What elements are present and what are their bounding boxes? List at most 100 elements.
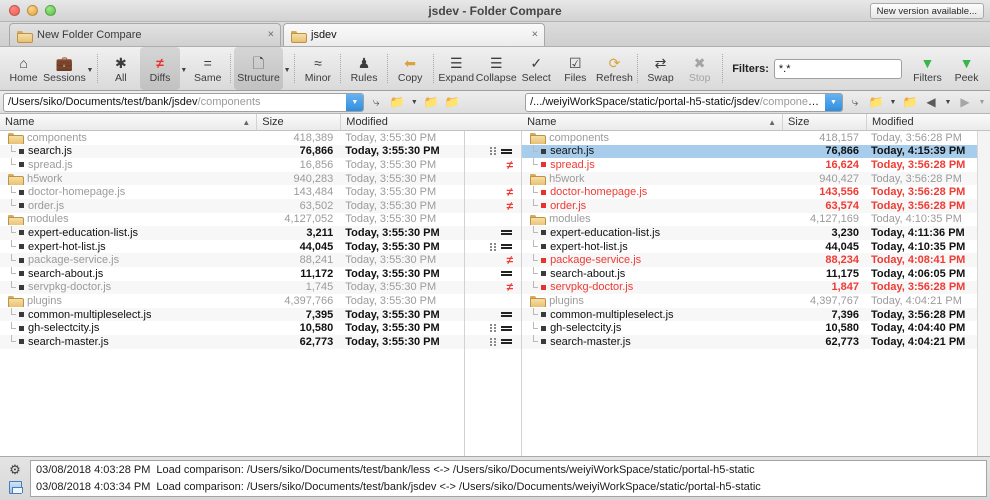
forward-dropdown-caret[interactable]: ▼ — [977, 99, 987, 106]
toolbar-button-collapse[interactable]: ☰ Collapse — [476, 47, 517, 90]
zoom-window-button[interactable] — [45, 5, 56, 16]
table-row[interactable]: search-master.js 62,773 Today, 4:04:21 PM — [522, 334, 990, 349]
window-controls — [0, 5, 56, 16]
forward-icon[interactable]: ▶ — [956, 93, 974, 112]
table-row[interactable]: spread.js 16,856 Today, 3:55:30 PM — [0, 158, 464, 172]
filters-input[interactable] — [774, 59, 901, 78]
back-icon[interactable]: ◀ — [922, 93, 940, 112]
sync-icon[interactable]: ⤷ — [367, 93, 385, 112]
chevron-down-icon[interactable]: ▼ — [824, 93, 842, 111]
table-row[interactable]: gh-selectcity.js 10,580 Today, 4:04:40 PM — [522, 321, 990, 335]
chevron-down-icon[interactable]: ▼ — [346, 93, 364, 111]
table-row[interactable]: expert-hot-list.js 44,045 Today, 3:55:30 P… — [0, 240, 464, 254]
table-row[interactable]: doctor-homepage.js 143,484 Today, 3:55:30 … — [0, 185, 464, 199]
table-row[interactable]: gh-selectcity.js 10,580 Today, 3:55:30 PM — [0, 321, 464, 335]
toolbar-button-files[interactable]: ☑ Files — [556, 47, 595, 90]
toolbar-button-filters[interactable]: ▼ Filters — [908, 47, 947, 90]
table-row[interactable]: search.js 76,866 Today, 4:15:39 PM — [522, 144, 990, 159]
close-icon[interactable]: × — [268, 29, 274, 41]
gear-icon[interactable]: ⚙ — [9, 463, 21, 476]
up-folder-icon[interactable]: 📁 — [422, 93, 440, 112]
log-entry[interactable]: 03/08/2018 4:03:28 PM Load comparison: /U… — [31, 461, 986, 478]
comparison-marker — [465, 294, 521, 308]
up-folder-icon[interactable]: 📁 — [901, 93, 919, 112]
table-row[interactable]: package-service.js 88,241 Today, 3:55:30 P… — [0, 253, 465, 267]
open-folder-icon[interactable]: 📁 — [388, 93, 406, 112]
diffs-dropdown-caret[interactable]: ▼ — [180, 47, 189, 90]
right-path-combobox[interactable]: /.../weiyiWorkSpace/static/portal-h5-sta… — [525, 92, 843, 112]
table-row[interactable]: common-multipleselect.js 7,396 Today, 3:56… — [522, 307, 990, 322]
toolbar-button-rules[interactable]: ♟ Rules — [344, 47, 383, 90]
sessions-dropdown-caret[interactable]: ▼ — [86, 47, 95, 90]
toolbar-button-copy[interactable]: ⬅ Copy — [391, 47, 430, 90]
folder-dropdown-caret[interactable]: ▼ — [409, 99, 419, 106]
toolbar-button-all[interactable]: ✱ All — [101, 47, 140, 90]
table-row[interactable]: expert-education-list.js 3,211 Today, 3:55… — [0, 226, 465, 240]
toolbar-button-swap[interactable]: ⇄ Swap — [641, 47, 680, 90]
table-row[interactable]: modules 4,127,052 Today, 3:55:30 PM — [0, 213, 464, 227]
filters-combobox[interactable]: ▼ — [773, 58, 902, 79]
log-entry[interactable]: 03/08/2018 4:03:34 PM Load comparison: /U… — [31, 478, 986, 495]
toolbar-button-peek[interactable]: ▼ Peek — [947, 47, 986, 90]
new-version-available-button[interactable]: New version available... — [869, 3, 984, 19]
toolbar-button-minor[interactable]: ≈ Minor — [298, 47, 337, 90]
table-row[interactable]: order.js 63,574 Today, 3:56:28 PM — [522, 198, 990, 213]
toolbar-button-sessions[interactable]: 💼 Sessions — [43, 47, 86, 90]
table-row[interactable]: plugins 4,397,767 Today, 4:04:21 PM — [522, 294, 990, 308]
table-row[interactable]: plugins 4,397,766 Today, 3:55:30 PM — [0, 294, 464, 308]
right-file-list[interactable]: components 418,157 Today, 3:56:28 PM search… — [522, 131, 990, 456]
vertical-scrollbar[interactable] — [976, 131, 990, 456]
left-column-name[interactable]: Name ▲ — [0, 114, 256, 130]
toolbar-button-stop[interactable]: ✖ Stop — [680, 47, 719, 90]
structure-dropdown-caret[interactable]: ▼ — [283, 47, 292, 90]
table-row[interactable]: search.js 76,866 Today, 3:55:30 PM — [0, 144, 465, 159]
table-row[interactable]: expert-education-list.js 3,230 Today, 4:11… — [522, 226, 990, 240]
table-row[interactable]: spread.js 16,624 Today, 3:56:28 PM — [522, 158, 990, 172]
right-column-size[interactable]: Size — [781, 114, 866, 130]
table-row[interactable]: order.js 63,502 Today, 3:55:30 PM — [0, 198, 465, 213]
table-row[interactable]: modules 4,127,169 Today, 4:10:35 PM — [522, 213, 990, 227]
close-window-button[interactable] — [9, 5, 20, 16]
table-row[interactable]: servpkg-doctor.js 1,847 Today, 3:56:28 PM — [522, 280, 990, 295]
toolbar-button-structure[interactable]: 🗋 Structure — [234, 47, 283, 90]
table-row[interactable]: components 418,157 Today, 3:56:28 PM — [522, 131, 990, 145]
folder-dropdown-caret[interactable]: ▼ — [888, 99, 898, 106]
row-size-cell: 418,389 — [293, 131, 334, 144]
toolbar-button-home[interactable]: ⌂ Home — [4, 47, 43, 90]
file-name-label: common-multipleselect.js — [550, 308, 674, 321]
tab-new-folder-compare[interactable]: New Folder Compare × — [9, 23, 281, 46]
browse-folders-icon[interactable]: 📁 — [443, 93, 461, 112]
save-icon[interactable] — [8, 481, 23, 495]
left-column-modified[interactable]: Modified — [340, 114, 464, 130]
toolbar-button-diffs[interactable]: ≠ Diffs — [140, 47, 180, 90]
table-row[interactable]: servpkg-doctor.js 1,745 Today, 3:55:30 PM — [0, 280, 465, 295]
table-row[interactable]: expert-hot-list.js 44,045 Today, 4:10:35 P… — [522, 240, 990, 254]
comparison-log[interactable]: 03/08/2018 4:03:28 PM Load comparison: /U… — [30, 460, 987, 497]
table-row[interactable]: h5work 940,283 Today, 3:55:30 PM — [0, 171, 465, 186]
table-row[interactable]: package-service.js 88,234 Today, 4:08:41 P… — [522, 253, 990, 267]
open-folder-icon[interactable]: 📁 — [867, 93, 885, 112]
table-row[interactable]: common-multipleselect.js 7,395 Today, 3:55… — [0, 307, 465, 322]
table-row[interactable]: components 418,389 Today, 3:55:30 PM — [0, 131, 464, 145]
table-row[interactable]: search-about.js 11,175 Today, 4:06:05 PM — [522, 267, 990, 281]
table-row[interactable]: search-master.js 62,773 Today, 3:55:30 PM — [0, 334, 465, 349]
log-timestamp: 03/08/2018 4:03:28 PM — [36, 463, 151, 476]
left-column-size[interactable]: Size — [256, 114, 340, 130]
right-column-name[interactable]: Name ▲ — [522, 114, 782, 130]
minimize-window-button[interactable] — [27, 5, 38, 16]
tab-jsdev[interactable]: jsdev × — [283, 23, 545, 46]
left-path-combobox[interactable]: /Users/siko/Documents/test/bank/jsdev/co… — [3, 92, 365, 112]
table-row[interactable]: search-about.js 11,172 Today, 3:55:30 PM — [0, 267, 464, 281]
row-name-cell: doctor-homepage.js — [0, 185, 256, 199]
close-icon[interactable]: × — [532, 29, 538, 41]
toolbar-button-select[interactable]: ✓ Select — [517, 47, 556, 90]
sync-icon[interactable]: ⤷ — [846, 93, 864, 112]
toolbar-button-same[interactable]: = Same — [188, 47, 227, 90]
toolbar-button-refresh[interactable]: ⟳ Refresh — [595, 47, 634, 90]
table-row[interactable]: h5work 940,427 Today, 3:56:28 PM — [522, 171, 990, 186]
right-column-modified[interactable]: Modified — [865, 114, 990, 130]
left-file-list[interactable]: components 418,389 Today, 3:55:30 PM search… — [0, 131, 465, 456]
back-dropdown-caret[interactable]: ▼ — [943, 99, 953, 106]
table-row[interactable]: doctor-homepage.js 143,556 Today, 3:56:28 … — [522, 185, 990, 199]
toolbar-button-expand[interactable]: ☰ Expand — [437, 47, 476, 90]
